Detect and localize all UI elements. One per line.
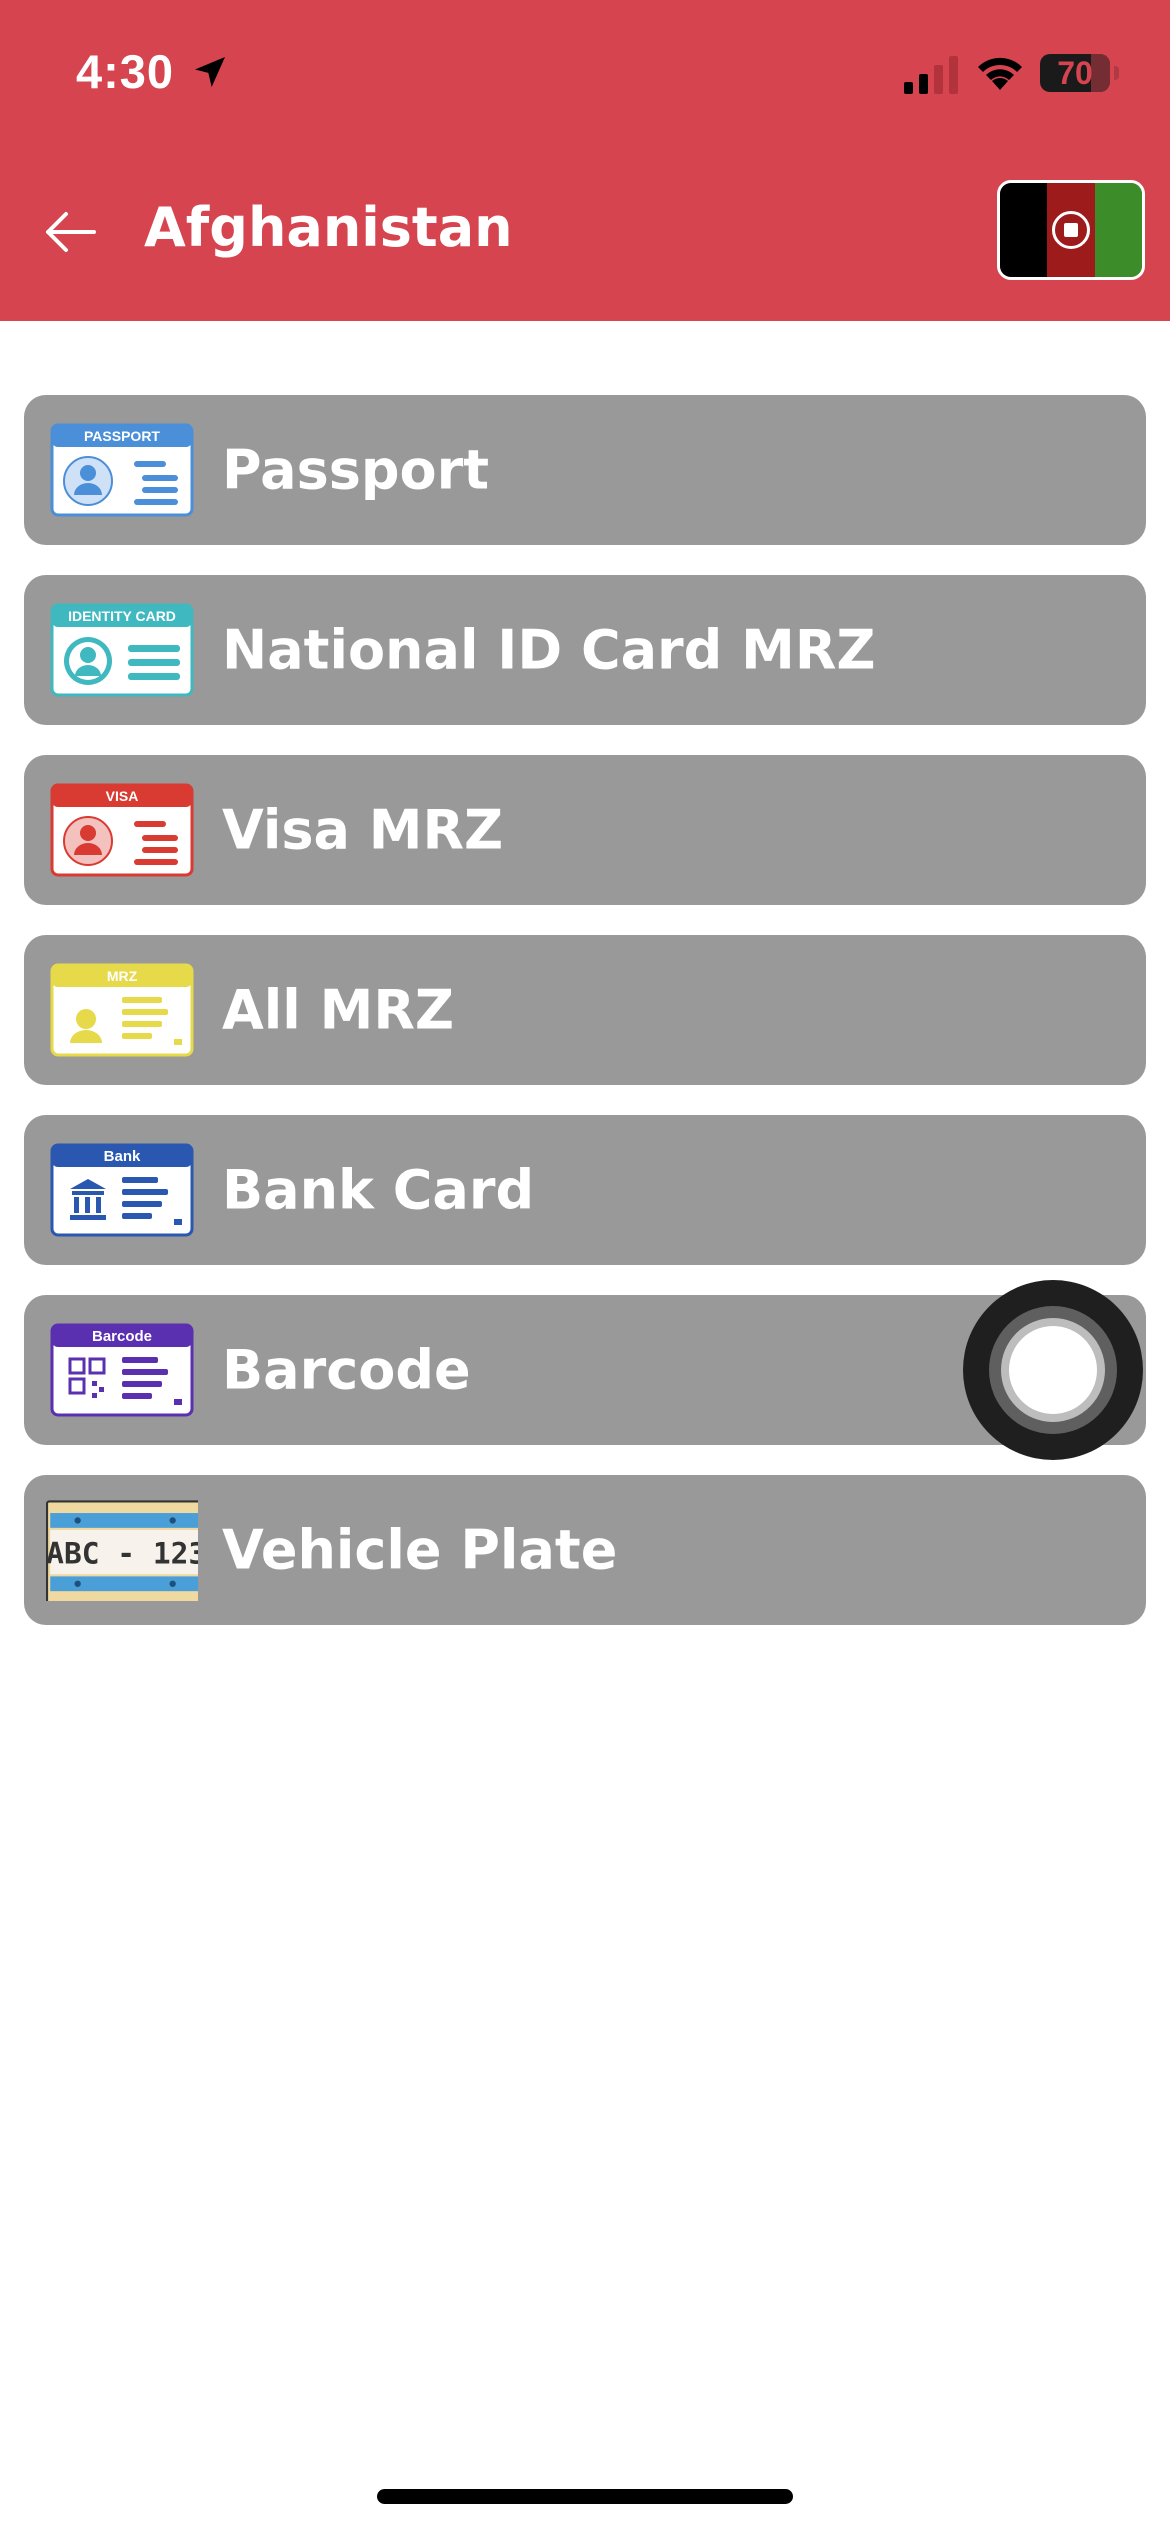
document-item-all-mrz[interactable]: MRZ All MRZ xyxy=(24,935,1146,1085)
visa-icon-text: VISA xyxy=(106,788,139,804)
document-label: Vehicle Plate xyxy=(222,1518,618,1582)
home-indicator[interactable] xyxy=(377,2489,793,2504)
back-button[interactable] xyxy=(38,200,102,264)
id-icon-text: IDENTITY CARD xyxy=(68,608,176,624)
passport-icon-text: PASSPORT xyxy=(84,428,160,444)
barcode-icon-text: Barcode xyxy=(92,1328,152,1345)
mrz-card-icon: MRZ xyxy=(50,963,194,1057)
vehicle-plate-icon: ABC - 123 xyxy=(46,1500,198,1601)
page-title: Afghanistan xyxy=(144,196,513,259)
battery-icon: 70 xyxy=(1040,54,1119,92)
plate-icon-text: ABC - 123 xyxy=(46,1537,198,1571)
bank-card-icon: Bank xyxy=(50,1143,194,1237)
visa-card-icon: VISA xyxy=(50,783,194,877)
identity-card-icon: IDENTITY CARD xyxy=(50,603,194,697)
location-arrow-icon xyxy=(195,57,225,87)
wifi-icon xyxy=(978,57,1022,90)
flag-emblem-icon xyxy=(1051,211,1090,249)
document-item-bank-card[interactable]: Bank Bank Card xyxy=(24,1115,1146,1265)
document-item-passport[interactable]: PASSPORT Passport xyxy=(24,395,1146,545)
status-time: 4:30 xyxy=(76,45,175,98)
document-type-list: PASSPORT Passport IDENTITY CARD National… xyxy=(24,395,1146,1655)
document-item-vehicle-plate[interactable]: ABC - 123 Vehicle Plate xyxy=(24,1475,1146,1625)
document-label: Barcode xyxy=(222,1338,471,1402)
app-header: 4:30 70 Afghanistan xyxy=(0,0,1170,321)
document-label: National ID Card MRZ xyxy=(222,618,876,682)
document-label: Passport xyxy=(222,438,490,502)
assistive-touch-button[interactable] xyxy=(963,1280,1143,1460)
document-label: Bank Card xyxy=(222,1158,535,1222)
barcode-card-icon: Barcode xyxy=(50,1323,194,1417)
mrz-icon-text: MRZ xyxy=(107,968,138,984)
battery-level: 70 xyxy=(1057,54,1093,91)
passport-card-icon: PASSPORT xyxy=(50,423,194,517)
document-item-national-id[interactable]: IDENTITY CARD National ID Card MRZ xyxy=(24,575,1146,725)
cellular-signal-icon xyxy=(904,56,958,94)
afghanistan-flag-icon[interactable] xyxy=(997,180,1145,280)
document-label: All MRZ xyxy=(222,978,455,1042)
document-item-visa[interactable]: VISA Visa MRZ xyxy=(24,755,1146,905)
bank-icon-text: Bank xyxy=(104,1148,141,1165)
document-label: Visa MRZ xyxy=(222,798,504,862)
arrow-left-icon xyxy=(46,212,96,252)
